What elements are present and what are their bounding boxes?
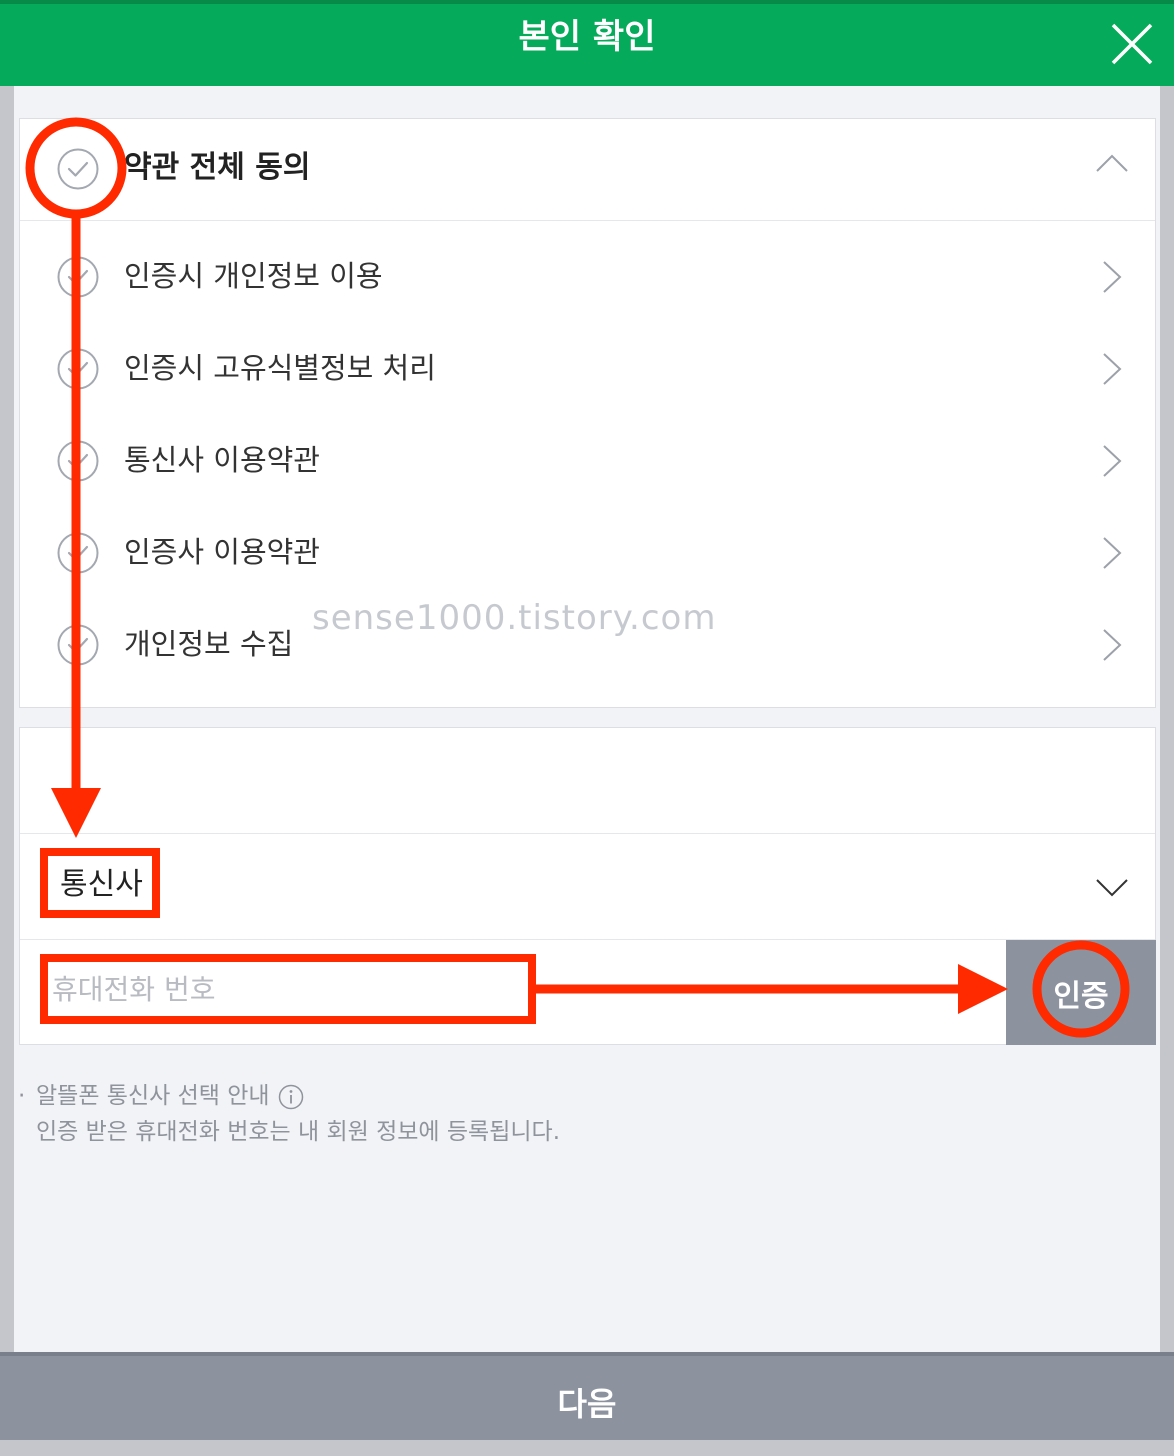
carrier-select-label[interactable]: 통신사 bbox=[60, 862, 143, 908]
chevron-right-icon[interactable] bbox=[1102, 353, 1122, 385]
chevron-right-icon[interactable] bbox=[1102, 445, 1122, 477]
check-circle-icon[interactable] bbox=[57, 532, 99, 574]
note-bullet: · bbox=[18, 1083, 26, 1109]
check-circle-icon[interactable] bbox=[57, 624, 99, 666]
mvno-guide-note[interactable]: 알뜰폰 통신사 선택 안내 bbox=[36, 1078, 304, 1114]
agree-all-label: 약관 전체 동의 bbox=[124, 150, 311, 185]
chevron-down-icon[interactable] bbox=[1096, 878, 1128, 898]
terms-item[interactable]: 인증시 개인정보 이용 bbox=[20, 231, 1155, 323]
check-circle-icon[interactable] bbox=[57, 440, 99, 482]
terms-item-label: 인증시 개인정보 이용 bbox=[124, 259, 383, 293]
watermark-text: sense1000.tistory.com bbox=[312, 598, 717, 638]
chevron-right-icon[interactable] bbox=[1102, 261, 1122, 293]
terms-item-label: 개인정보 수집 bbox=[124, 627, 294, 661]
phone-number-input[interactable] bbox=[50, 958, 524, 1020]
auth-card: 통신사 인증 bbox=[19, 727, 1156, 1045]
terms-item-label: 인증시 고유식별정보 처리 bbox=[124, 351, 436, 385]
mvno-guide-text: 알뜰폰 통신사 선택 안내 bbox=[36, 1083, 270, 1109]
agree-all-row[interactable]: 약관 전체 동의 bbox=[20, 119, 1155, 221]
terms-item[interactable]: 인증사 이용약관 bbox=[20, 507, 1155, 599]
next-button[interactable]: 다음 bbox=[0, 1352, 1174, 1440]
info-icon[interactable] bbox=[278, 1084, 304, 1110]
divider bbox=[20, 833, 1155, 834]
terms-item[interactable]: 인증시 고유식별정보 처리 bbox=[20, 323, 1155, 415]
verify-button[interactable]: 인증 bbox=[1006, 940, 1156, 1045]
register-note: 인증 받은 휴대전화 번호는 내 회원 정보에 등록됩니다. bbox=[36, 1119, 561, 1145]
chevron-right-icon[interactable] bbox=[1102, 537, 1122, 569]
check-circle-icon[interactable] bbox=[57, 256, 99, 298]
check-circle-icon[interactable] bbox=[57, 348, 99, 390]
chevron-up-icon[interactable] bbox=[1096, 153, 1128, 173]
terms-item[interactable]: 통신사 이용약관 bbox=[20, 415, 1155, 507]
close-icon[interactable] bbox=[1110, 22, 1154, 66]
header-bar: 본인 확인 bbox=[0, 0, 1174, 86]
terms-item-label: 인증사 이용약관 bbox=[124, 535, 320, 569]
agree-all-check-icon[interactable] bbox=[57, 148, 99, 190]
chevron-right-icon[interactable] bbox=[1102, 629, 1122, 661]
terms-item-label: 통신사 이용약관 bbox=[124, 443, 320, 477]
footer-top-edge bbox=[0, 1352, 1174, 1356]
divider bbox=[20, 939, 1155, 940]
page-title: 본인 확인 bbox=[518, 17, 656, 57]
